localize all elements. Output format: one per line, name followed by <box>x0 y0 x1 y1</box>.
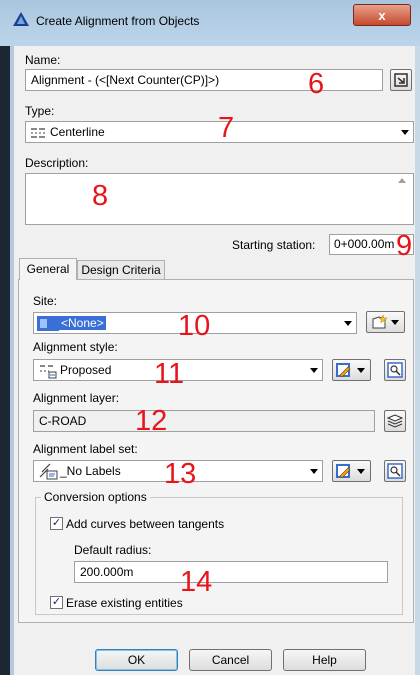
layers-icon <box>386 414 404 428</box>
label-set-edit-button[interactable] <box>332 460 371 482</box>
edit-style-icon <box>336 464 351 479</box>
alignment-layer-field[interactable]: C-ROAD <box>33 410 375 432</box>
annotation-10: 10 <box>178 310 211 342</box>
annotation-9: 9 <box>396 230 413 262</box>
cancel-button[interactable]: Cancel <box>189 649 272 671</box>
alignment-style-edit-button[interactable] <box>332 359 371 381</box>
alignment-style-label: Alignment style: <box>33 340 118 354</box>
window-title: Create Alignment from Objects <box>36 14 200 28</box>
alignment-label-set-label: Alignment label set: <box>33 442 138 456</box>
site-icon <box>37 316 59 331</box>
site-create-button[interactable] <box>366 311 405 333</box>
annotation-12: 12 <box>135 405 168 437</box>
preview-icon <box>387 463 403 479</box>
chevron-down-icon <box>344 321 352 326</box>
name-template-button[interactable] <box>390 69 412 91</box>
alignment-style-value: Proposed <box>60 363 112 377</box>
new-site-icon <box>372 314 388 329</box>
annotation-11: 11 <box>154 358 185 390</box>
left-frame-inner <box>10 46 14 675</box>
chevron-down-icon <box>391 320 399 325</box>
description-label: Description: <box>25 156 89 170</box>
erase-existing-checkbox[interactable]: ✓ <box>50 596 63 609</box>
chevron-down-icon <box>401 130 409 135</box>
type-label: Type: <box>25 104 55 118</box>
name-input[interactable]: Alignment - (<[Next Counter(CP)]>) <box>25 69 383 91</box>
ok-button[interactable]: OK <box>95 649 178 671</box>
name-template-icon <box>394 73 408 87</box>
civil3d-logo-icon <box>13 12 29 26</box>
right-frame <box>415 46 420 675</box>
annotation-7: 7 <box>218 112 235 144</box>
add-curves-label: Add curves between tangents <box>66 517 225 531</box>
default-radius-input[interactable]: 200.000m <box>74 561 388 583</box>
add-curves-checkbox[interactable]: ✓ <box>50 517 63 530</box>
description-textarea[interactable] <box>25 173 414 225</box>
annotation-6: 6 <box>308 68 325 100</box>
tab-design-criteria[interactable]: Design Criteria <box>77 260 165 279</box>
annotation-13: 13 <box>164 458 197 490</box>
label-set-preview-button[interactable] <box>384 460 406 482</box>
erase-existing-label: Erase existing entities <box>66 596 183 610</box>
chevron-down-icon <box>310 469 318 474</box>
type-value: Centerline <box>50 125 105 139</box>
preview-icon <box>387 362 403 378</box>
edit-style-icon <box>336 363 351 378</box>
alignment-style-icon <box>40 365 57 379</box>
site-label: Site: <box>33 294 58 308</box>
annotation-14: 14 <box>180 566 213 598</box>
label-set-icon <box>39 463 58 480</box>
tab-general[interactable]: General <box>19 258 77 280</box>
site-value: <None> <box>59 316 106 330</box>
name-label: Name: <box>25 53 61 67</box>
centerline-icon <box>31 128 45 138</box>
starting-station-label: Starting station: <box>232 238 316 252</box>
default-radius-label: Default radius: <box>74 543 152 557</box>
alignment-layer-label: Alignment layer: <box>33 391 120 405</box>
annotation-8: 8 <box>92 180 109 212</box>
scroll-up-icon[interactable] <box>398 178 406 183</box>
help-button[interactable]: Help <box>283 649 366 671</box>
alignment-label-set-value: _No Labels <box>60 464 121 478</box>
chevron-down-icon <box>357 469 365 474</box>
chevron-down-icon <box>357 368 365 373</box>
layer-button[interactable] <box>384 410 406 432</box>
left-frame <box>0 46 10 675</box>
chevron-down-icon <box>310 368 318 373</box>
alignment-style-preview-button[interactable] <box>384 359 406 381</box>
conversion-options-title: Conversion options <box>41 490 150 504</box>
close-button[interactable]: x <box>353 4 411 26</box>
